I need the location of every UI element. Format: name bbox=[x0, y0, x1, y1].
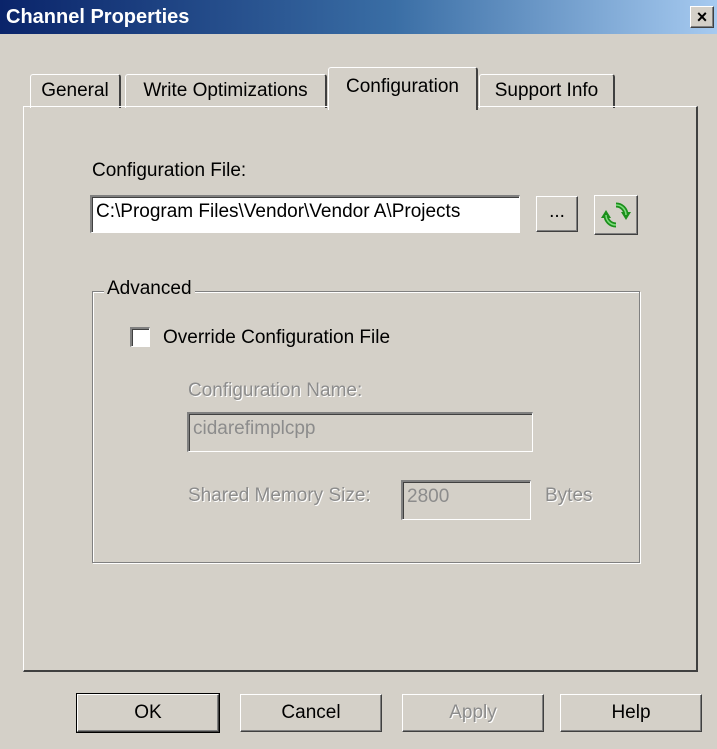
cancel-button-label: Cancel bbox=[281, 702, 341, 723]
apply-button-label: Apply bbox=[449, 702, 497, 723]
override-configuration-label[interactable]: Override Configuration File bbox=[163, 327, 390, 349]
apply-button[interactable]: Apply bbox=[402, 694, 544, 732]
advanced-group-legend: Advanced bbox=[104, 278, 195, 300]
window-title: Channel Properties bbox=[6, 6, 190, 28]
override-configuration-checkbox[interactable] bbox=[130, 327, 150, 347]
tab-support-info-label: Support Info bbox=[494, 80, 599, 101]
title-bar[interactable]: Channel Properties × bbox=[0, 0, 717, 34]
tab-configuration-label: Configuration bbox=[345, 76, 460, 97]
channel-properties-dialog: Channel Properties × General Write Optim… bbox=[0, 0, 717, 749]
tab-write-optimizations-label: Write Optimizations bbox=[143, 80, 308, 101]
configuration-name-input[interactable]: cidarefimplcpp bbox=[187, 412, 533, 452]
tab-write-optimizations[interactable]: Write Optimizations bbox=[125, 74, 327, 108]
tab-general-label: General bbox=[41, 80, 109, 101]
browse-button-label: ... bbox=[549, 201, 565, 222]
configuration-file-input[interactable]: C:\Program Files\Vendor\Vendor A\Project… bbox=[90, 195, 520, 233]
close-icon: × bbox=[696, 7, 708, 27]
help-button-label: Help bbox=[611, 702, 651, 723]
cancel-button[interactable]: Cancel bbox=[240, 694, 382, 732]
reload-configuration-button[interactable] bbox=[594, 195, 638, 235]
tab-configuration[interactable]: Configuration bbox=[328, 67, 478, 110]
close-button[interactable]: × bbox=[690, 6, 714, 28]
browse-button[interactable]: ... bbox=[536, 196, 578, 232]
tab-general[interactable]: General bbox=[30, 74, 121, 108]
ok-button-label: OK bbox=[134, 702, 162, 723]
configuration-file-label: Configuration File: bbox=[92, 160, 247, 181]
shared-memory-unit-label: Bytes bbox=[545, 485, 593, 506]
help-button[interactable]: Help bbox=[560, 694, 702, 732]
configuration-name-label: Configuration Name: bbox=[188, 380, 363, 401]
tab-support-info[interactable]: Support Info bbox=[479, 74, 615, 108]
shared-memory-size-input[interactable]: 2800 bbox=[401, 480, 531, 520]
shared-memory-size-label: Shared Memory Size: bbox=[188, 485, 371, 506]
ok-button[interactable]: OK bbox=[76, 693, 220, 733]
refresh-icon bbox=[601, 202, 631, 228]
